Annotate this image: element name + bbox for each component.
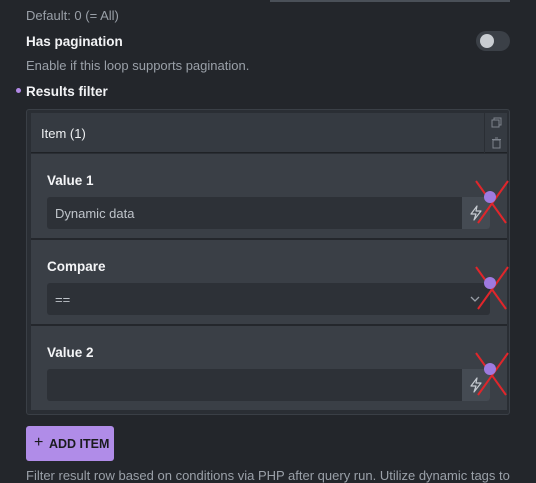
value2-label: Value 2 (47, 345, 94, 360)
pagination-toggle[interactable] (476, 31, 510, 51)
marker-dot-icon (484, 191, 496, 203)
item-title: Item (1) (41, 126, 86, 141)
value2-input[interactable] (47, 369, 490, 401)
plus-icon: + (34, 434, 44, 451)
compare-label: Compare (47, 259, 106, 274)
toggle-knob (480, 34, 494, 48)
item-actions (484, 113, 507, 153)
value1-input[interactable]: Dynamic data (47, 197, 490, 229)
results-filter-bullet (16, 88, 21, 93)
trash-icon[interactable] (490, 137, 502, 149)
marker-dot-icon (484, 277, 496, 289)
compare-select[interactable]: == (47, 283, 490, 315)
add-item-label: ADD ITEM (49, 437, 110, 451)
default-hint: Default: 0 (= All) (26, 8, 119, 23)
value1-label: Value 1 (47, 173, 94, 188)
duplicate-icon[interactable] (490, 117, 502, 129)
add-item-button[interactable]: + ADD ITEM (26, 426, 114, 461)
pagination-description: Enable if this loop supports pagination. (26, 58, 250, 73)
has-pagination-label: Has pagination (26, 34, 123, 49)
compare-value: == (55, 292, 71, 307)
value2-section: Value 2 (31, 326, 507, 410)
value1-text: Dynamic data (55, 206, 135, 221)
results-filter-description: Filter result row based on conditions vi… (26, 468, 510, 483)
value1-section: Value 1 Dynamic data (31, 154, 507, 238)
marker-dot-icon (484, 363, 496, 375)
compare-section: Compare == (31, 240, 507, 324)
results-filter-label: Results filter (26, 84, 108, 99)
item-header[interactable] (31, 113, 507, 153)
previous-field-bottom-border (270, 0, 510, 2)
